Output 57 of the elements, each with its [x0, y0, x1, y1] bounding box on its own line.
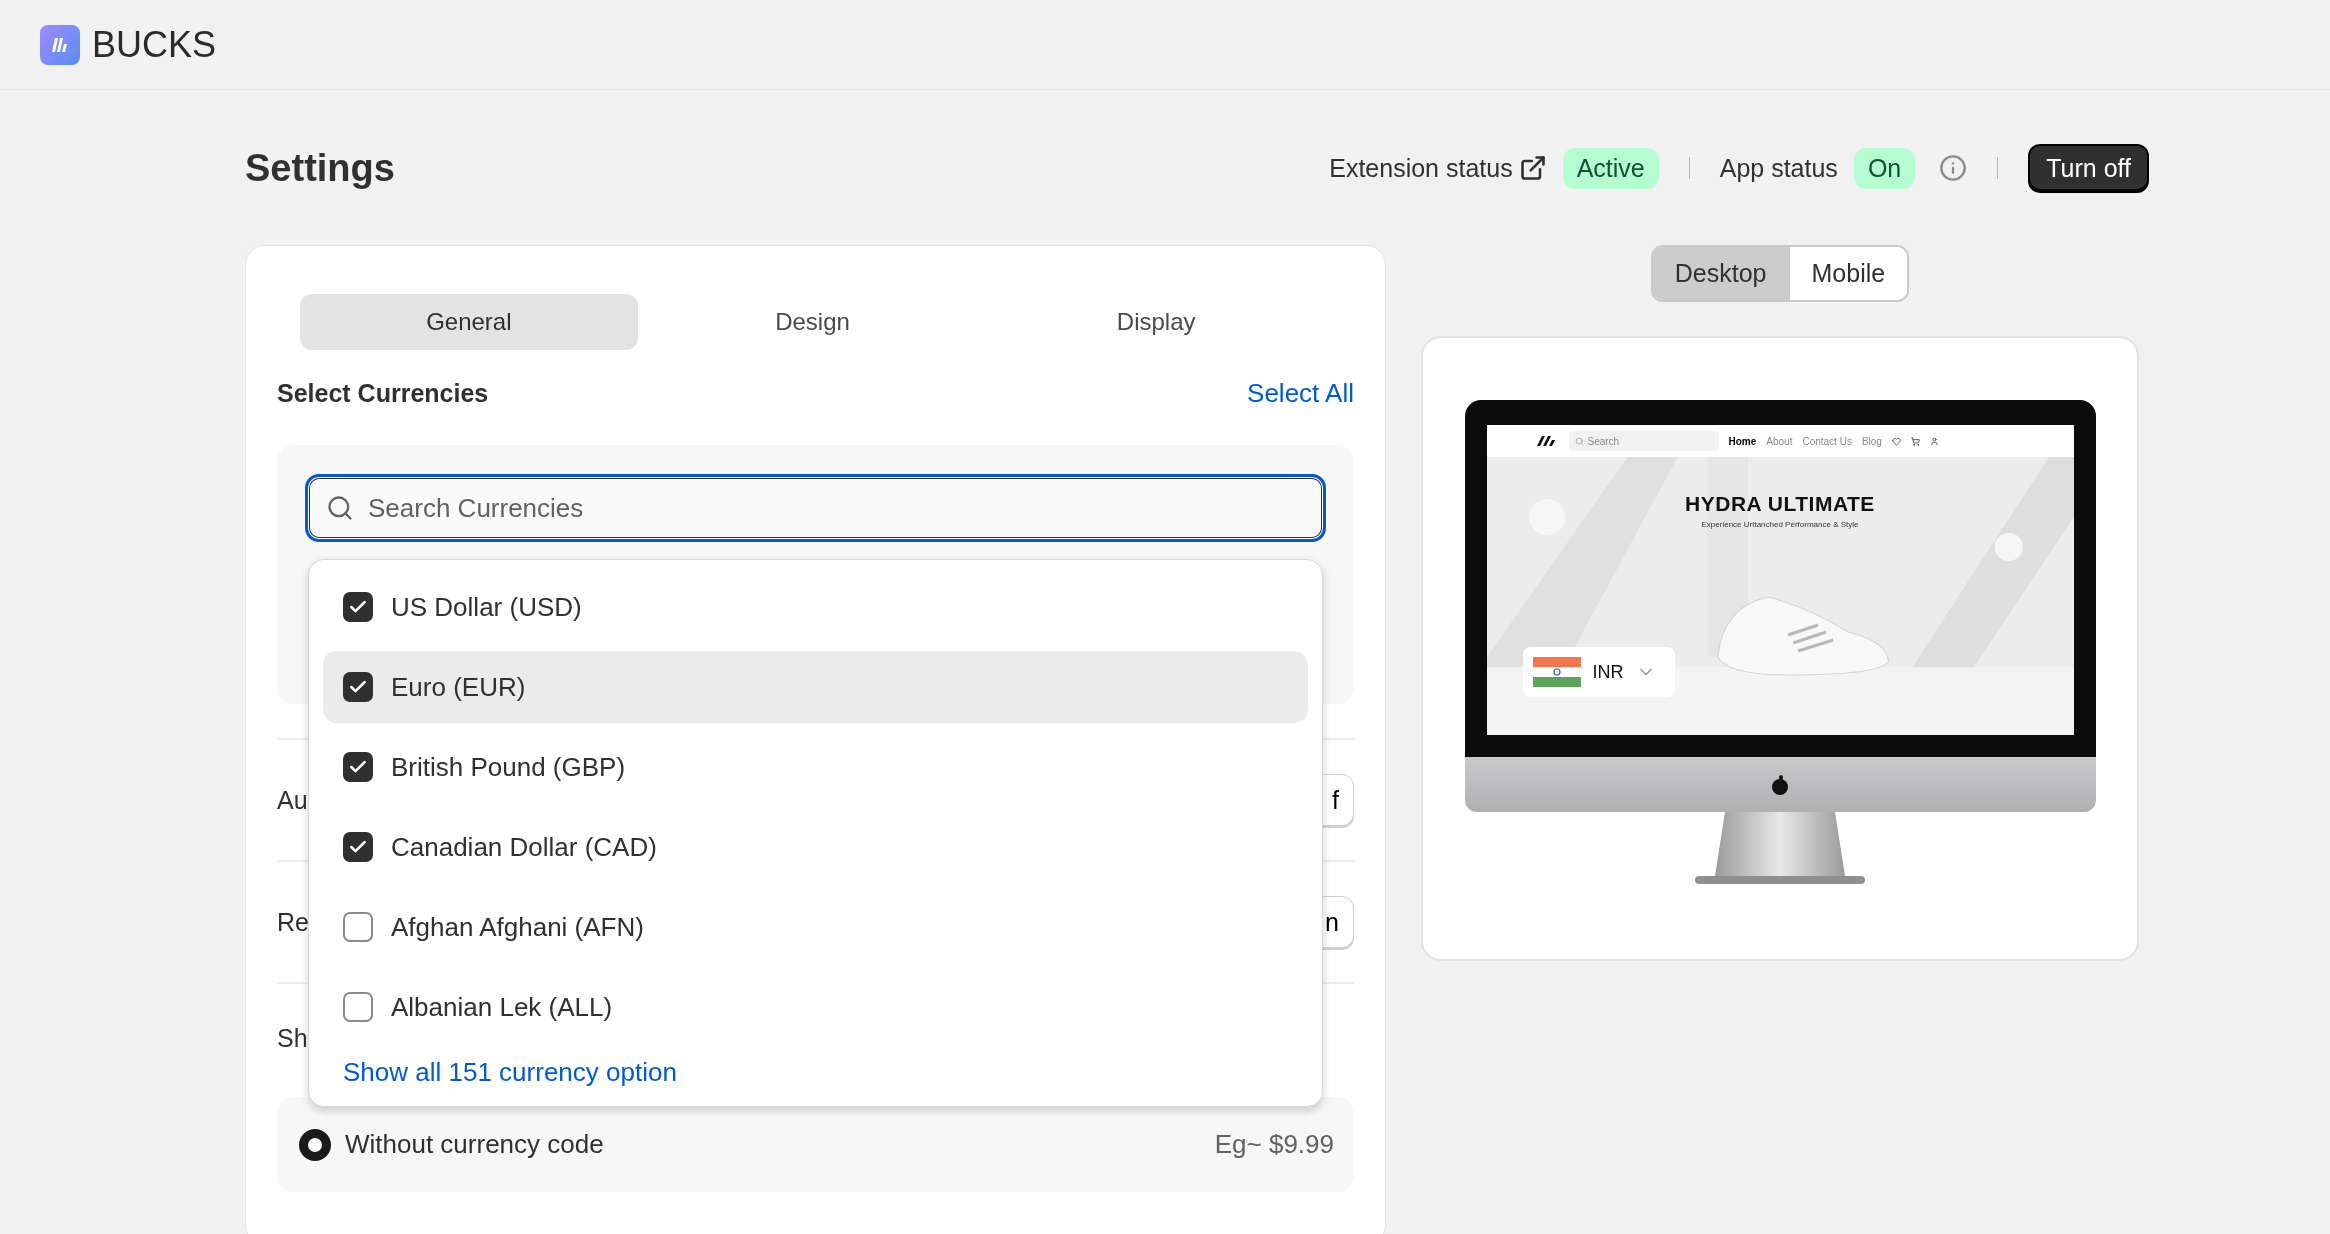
setting-label: Au — [277, 785, 308, 815]
flag-icon — [1532, 657, 1581, 687]
checkbox[interactable] — [343, 752, 373, 782]
store-nav-link[interactable]: Blog — [1861, 435, 1882, 447]
app-status-badge: On — [1853, 147, 1916, 189]
currency-option[interactable]: Albanian Lek (ALL) — [323, 971, 1308, 1043]
section-title: Select Currencies — [277, 379, 489, 408]
format-option[interactable]: Without currency code Eg~ $9.99 — [277, 1097, 1354, 1192]
checkbox[interactable] — [343, 992, 373, 1022]
tab[interactable]: Design — [643, 294, 982, 350]
hero-headline: HYDRA ULTIMATE — [1685, 492, 1875, 516]
extension-status-label: Extension status — [1329, 153, 1513, 183]
app-status-label: App status — [1719, 153, 1838, 183]
section-label: Sh — [277, 1024, 308, 1052]
radio-button[interactable] — [299, 1128, 331, 1161]
tab[interactable]: Display — [987, 294, 1325, 350]
setting-label: Re — [277, 907, 309, 937]
heart-icon[interactable] — [1891, 436, 1901, 446]
example-price: Eg~ $9.99 — [1214, 1129, 1334, 1160]
user-icon[interactable] — [1929, 436, 1939, 446]
extension-status-badge: Active — [1562, 147, 1659, 189]
info-icon[interactable] — [1939, 154, 1968, 182]
store-nav-link[interactable]: Home — [1728, 435, 1757, 447]
checkbox[interactable] — [343, 592, 373, 622]
view-toggle[interactable]: Desktop — [1652, 247, 1789, 300]
currency-name: US Dollar (USD) — [391, 591, 582, 623]
cart-icon[interactable] — [1910, 436, 1920, 446]
checkbox[interactable] — [343, 832, 373, 862]
currency-option[interactable]: US Dollar (USD) — [323, 571, 1308, 643]
currency-name: British Pound (GBP) — [391, 751, 626, 783]
app-logo-icon — [40, 24, 80, 65]
external-link-icon[interactable] — [1518, 154, 1547, 182]
option-label: Without currency code — [345, 1129, 605, 1160]
currency-option[interactable]: British Pound (GBP) — [323, 731, 1308, 803]
app-name: BUCKS — [92, 23, 217, 66]
currency-option[interactable]: Euro (EUR) — [323, 651, 1308, 723]
currency-selector[interactable]: INR — [1522, 647, 1675, 697]
currency-name: Euro (EUR) — [391, 671, 526, 703]
turn-off-button[interactable]: Turn off — [2028, 143, 2149, 193]
search-placeholder: Search — [1587, 435, 1620, 447]
store-nav-link[interactable]: About — [1766, 435, 1793, 447]
currency-option[interactable]: Afghan Afghani (AFN) — [323, 891, 1308, 963]
search-icon — [1574, 436, 1584, 446]
show-all-link[interactable]: Show all 151 currency option — [343, 1057, 677, 1087]
store-nav-link[interactable]: Contact Us — [1802, 435, 1852, 447]
hero-tagline: Experience Urttanched Performance & Style — [1701, 520, 1859, 529]
select-all-link[interactable]: Select All — [1247, 378, 1354, 409]
view-toggle[interactable]: Mobile — [1788, 247, 1908, 300]
currency-name: Albanian Lek (ALL) — [391, 991, 613, 1023]
currency-option[interactable]: Canadian Dollar (CAD) — [323, 811, 1308, 883]
search-icon — [326, 494, 354, 522]
currency-name: Afghan Afghani (AFN) — [391, 911, 644, 943]
checkbox[interactable] — [343, 912, 373, 942]
page-title: Settings — [245, 146, 395, 190]
checkbox[interactable] — [343, 672, 373, 702]
currency-name: Canadian Dollar (CAD) — [391, 831, 657, 863]
tab[interactable]: General — [300, 294, 638, 350]
